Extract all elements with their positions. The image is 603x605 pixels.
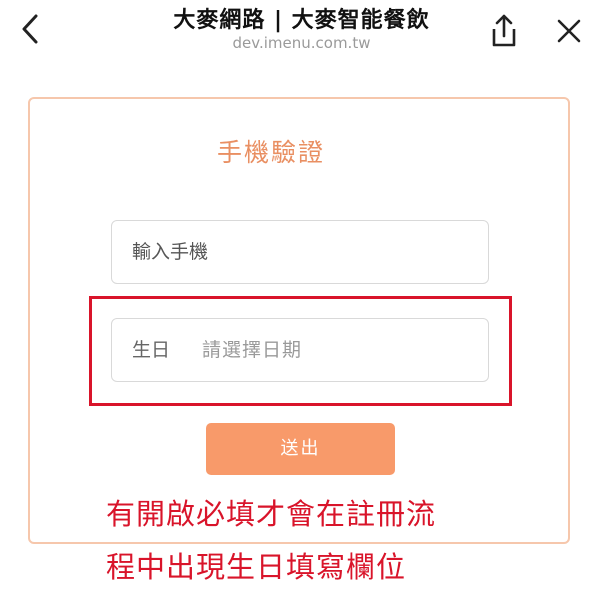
chevron-left-icon [22, 14, 38, 44]
phone-input[interactable]: 輸入手機 [111, 220, 489, 284]
page-url: dev.imenu.com.tw [232, 34, 371, 52]
share-icon [492, 14, 516, 47]
page-title: 大麥網路 | 大麥智能餐飲 [173, 8, 430, 33]
annotation-text-line2: 程中出現生日填寫欄位 [106, 550, 407, 584]
annotation-text-line1: 有開啟必填才會在註冊流 [106, 497, 437, 531]
close-icon [557, 19, 581, 43]
card-heading: 手機驗證 [216, 138, 325, 167]
submit-button[interactable]: 送出 [206, 423, 395, 475]
back-button[interactable] [14, 10, 48, 50]
annotation-highlight-box [89, 296, 512, 406]
close-button[interactable] [550, 12, 588, 50]
share-button[interactable] [486, 12, 522, 50]
browser-header: 大麥網路 | 大麥智能餐飲 dev.imenu.com.tw [0, 0, 603, 70]
